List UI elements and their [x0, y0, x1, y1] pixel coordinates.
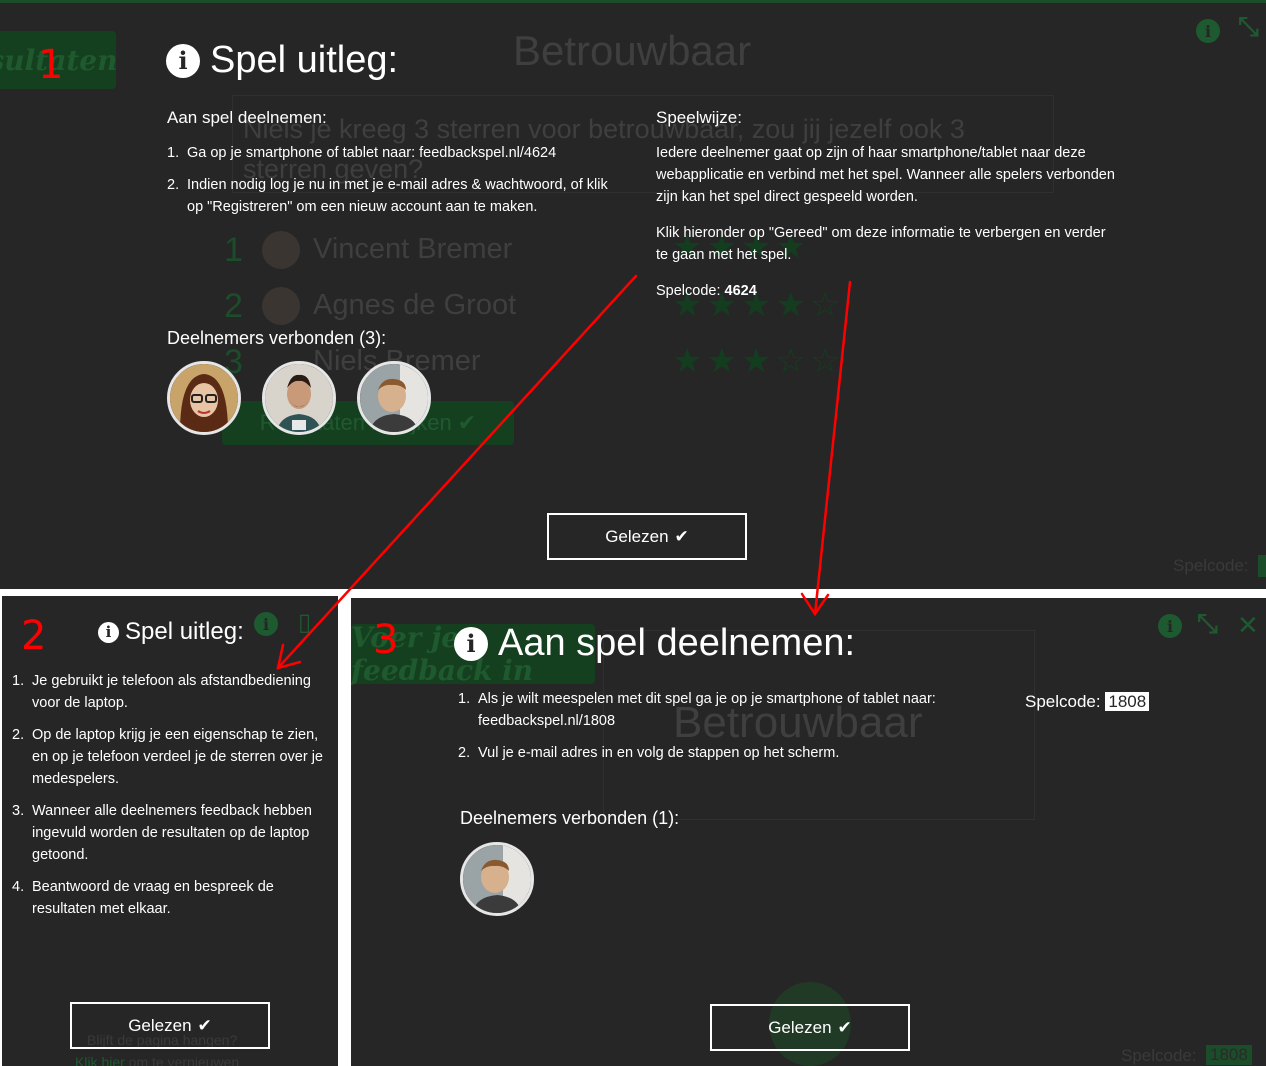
avatar-participant-3	[357, 361, 431, 435]
join3-step-1: 1. Als je wilt meespelen met dit spel ga …	[458, 691, 936, 729]
expand-icon[interactable]: ⤡	[1238, 11, 1259, 43]
avatar-participant-2	[262, 361, 336, 435]
connected-label-3: Deelnemers verbonden (1):	[460, 808, 680, 828]
expand-icon[interactable]: ⤡	[1197, 608, 1218, 640]
avatar-participant-1	[460, 842, 534, 916]
panel3-heading: i Aan spel deelnemen:	[454, 622, 855, 665]
screenshot-panel-2: i ▯ Blijft de pagina hangen? Klik hier o…	[2, 596, 338, 1066]
info-icon-corner[interactable]: i	[254, 612, 278, 636]
check-icon: ✔	[674, 526, 689, 546]
info-icon-corner[interactable]: i	[1196, 19, 1220, 43]
bg-code-badge: 1808	[1206, 1045, 1252, 1065]
rule-step-2: 2. Op de laptop krijg je een eigenschap t…	[12, 727, 323, 787]
bg-rank-1: 1	[224, 231, 243, 269]
game-code-3: Spelcode: 1808	[1025, 692, 1150, 712]
game-code-value: 1808	[1105, 692, 1150, 711]
check-icon: ✔	[837, 1017, 852, 1037]
panel2-heading: i Spel uitleg:	[98, 618, 244, 646]
bg-avatar-2	[262, 287, 300, 325]
read-button[interactable]: Gelezen ✔	[70, 1002, 270, 1049]
panel3-heading-text: Aan spel deelnemen:	[498, 622, 856, 664]
game-code: Spelcode: 4624	[656, 283, 757, 299]
annotation-marker-1: 1	[38, 42, 64, 88]
mode-title: Speelwijze:	[656, 108, 742, 127]
bg-refresh-text: Klik hier om te vernieuwen	[75, 1054, 239, 1066]
join-steps-3: 1. Als je wilt meespelen met dit spel ga …	[458, 688, 958, 774]
screenshot-panel-1: sultaten Betrouwbaar Niels je kreeg 3 st…	[0, 0, 1266, 589]
rules-steps: 1. Je gebruikt je telefoon als afstandbed…	[12, 670, 334, 930]
bg-name-2: Agnes de Groot	[313, 289, 517, 321]
join3-step-2: 2. Vul je e-mail adres in en volg de stap…	[458, 745, 840, 761]
bg-icon-fragment: ▯	[298, 609, 312, 636]
bg-code-badge	[1258, 555, 1266, 577]
screenshot-panel-3: Voer je feedback in Betrouwbaar i ⤡ ✕ Sp…	[351, 598, 1266, 1066]
bg-rank-2: 2	[224, 287, 243, 325]
rule-step-4: 4. Beantwoord de vraag en bespreek de res…	[12, 879, 274, 917]
annotation-marker-2: 2	[21, 613, 47, 659]
connected-label: Deelnemers verbonden (3):	[167, 328, 387, 348]
info-icon: i	[98, 621, 119, 643]
mode-paragraph-1: Iedere deelnemer gaat op zijn of haar sm…	[656, 145, 1115, 205]
annotation-marker-3: 3	[373, 617, 399, 663]
panel1-heading-text: Spel uitleg:	[210, 39, 399, 81]
join-steps: 1. Ga op je smartphone of tablet naar: fe…	[167, 142, 627, 228]
close-icon[interactable]: ✕	[1237, 610, 1259, 641]
mode-text: Iedere deelnemer gaat op zijn of haar sm…	[656, 142, 1116, 302]
mode-paragraph-2: Klik hieronder op "Gereed" om deze infor…	[656, 225, 1106, 263]
check-icon: ✔	[197, 1015, 212, 1035]
bg-avatar-1	[262, 231, 300, 269]
bg-code-label: Spelcode:	[1121, 1046, 1197, 1065]
bg-stars-3: ★★★☆☆	[672, 342, 845, 380]
bg-refresh-link[interactable]: Klik hier	[75, 1054, 125, 1066]
bg-title: Betrouwbaar	[513, 27, 752, 74]
rule-step-1: 1. Je gebruikt je telefoon als afstandbed…	[12, 673, 311, 711]
info-icon: i	[454, 626, 488, 661]
info-icon-corner[interactable]: i	[1158, 614, 1182, 638]
panel1-heading: i Spel uitleg:	[166, 39, 398, 82]
read-button[interactable]: Gelezen ✔	[710, 1004, 910, 1051]
rule-step-3: 3. Wanneer alle deelnemers feedback hebbe…	[12, 803, 312, 863]
bg-name-1: Vincent Bremer	[313, 233, 513, 265]
avatar-participant-1	[167, 361, 241, 435]
join-step-2: 2. Indien nodig log je nu in met je e-mai…	[167, 177, 608, 215]
join-step-1: 1. Ga op je smartphone of tablet naar: fe…	[167, 145, 557, 161]
info-icon: i	[166, 43, 200, 78]
panel2-heading-text: Spel uitleg:	[125, 618, 244, 645]
read-button[interactable]: Gelezen ✔	[547, 513, 747, 560]
bg-code-label: Spelcode:	[1173, 556, 1249, 575]
join-title: Aan spel deelnemen:	[167, 108, 327, 127]
